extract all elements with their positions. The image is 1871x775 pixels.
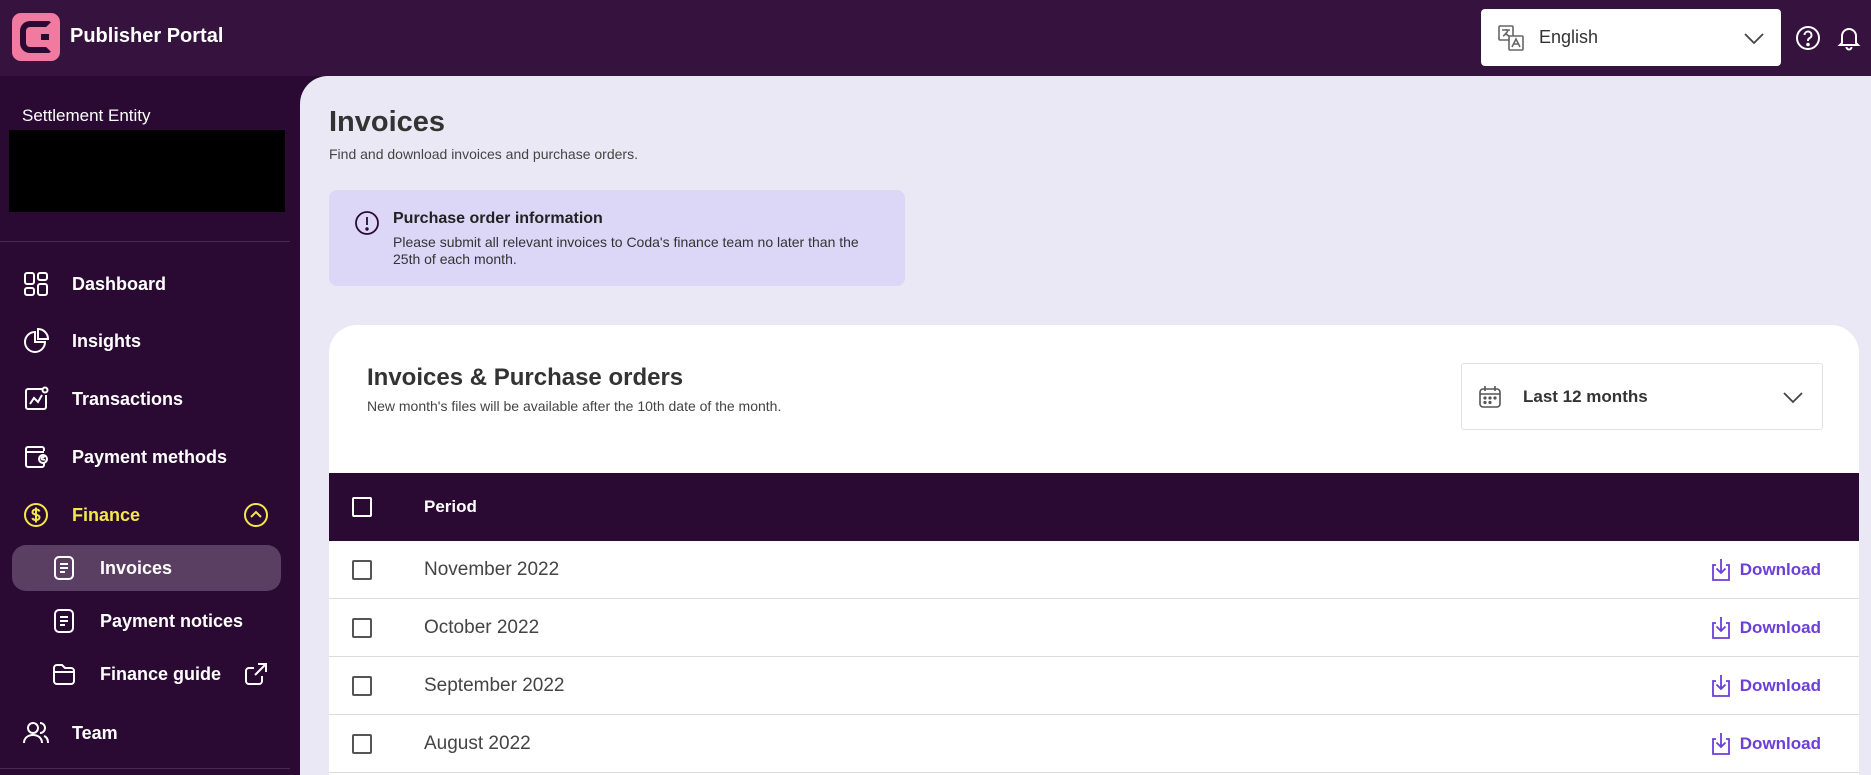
sidebar-item-label: Invoices xyxy=(100,557,173,578)
sidebar-item-finance[interactable]: Finance xyxy=(12,492,280,538)
top-bar: Publisher Portal English xyxy=(0,0,1871,76)
sidebar-item-insights[interactable]: Insights xyxy=(12,318,280,364)
trend-chart-icon xyxy=(25,386,49,410)
sidebar-item-invoices[interactable]: Invoices xyxy=(12,545,281,591)
sidebar-item-payment-notices[interactable]: Payment notices xyxy=(12,598,280,644)
settlement-entity-label: Settlement Entity xyxy=(22,106,151,125)
dollar-icon xyxy=(24,503,48,527)
pie-chart-icon xyxy=(24,327,50,353)
page-title: Invoices xyxy=(329,106,446,138)
chevron-up-icon[interactable] xyxy=(242,501,270,529)
download-icon xyxy=(1711,616,1730,639)
row-period: September 2022 xyxy=(424,674,565,696)
sidebar-item-dashboard[interactable]: Dashboard xyxy=(12,261,280,307)
table-header: Period xyxy=(329,473,1859,541)
chevron-down-icon xyxy=(1783,391,1803,403)
dashboard-icon xyxy=(24,272,48,296)
sidebar-item-label: Team xyxy=(72,722,118,743)
sidebar-divider xyxy=(0,241,290,242)
sidebar-item-payment-methods[interactable]: Payment methods xyxy=(12,434,280,480)
sidebar-item-label: Transactions xyxy=(72,388,184,409)
date-range-value: Last 12 months xyxy=(1523,386,1648,406)
row-period: November 2022 xyxy=(424,558,560,580)
alert-title: Purchase order information xyxy=(393,210,603,227)
sidebar-item-label: Payment methods xyxy=(72,446,228,467)
sidebar-item-label: Payment notices xyxy=(100,610,244,631)
invoices-card: Invoices & Purchase orders New month's f… xyxy=(329,325,1859,775)
wallet-icon xyxy=(25,446,48,468)
card-title: Invoices & Purchase orders xyxy=(367,364,684,391)
settlement-entity-value[interactable] xyxy=(9,130,285,212)
sidebar-item-finance-guide[interactable]: Finance guide xyxy=(12,651,280,697)
folder-icon xyxy=(53,664,75,685)
download-button[interactable]: Download xyxy=(1708,731,1821,757)
app-title: Publisher Portal xyxy=(70,25,224,47)
table-row: October 2022 Download xyxy=(329,599,1859,657)
download-button[interactable]: Download xyxy=(1708,673,1821,699)
help-icon[interactable] xyxy=(1794,24,1822,52)
download-label: Download xyxy=(1739,733,1821,753)
document-icon xyxy=(54,556,74,580)
main-content: Invoices Find and download invoices and … xyxy=(300,76,1871,775)
info-alert: Purchase order information Please submit… xyxy=(329,190,905,286)
select-all-checkbox[interactable] xyxy=(352,497,372,517)
language-value: English xyxy=(1539,27,1599,47)
sidebar-item-label: Dashboard xyxy=(72,273,167,294)
sidebar-item-team[interactable]: Team xyxy=(12,710,280,756)
sidebar-item-transactions[interactable]: Transactions xyxy=(12,376,280,422)
bell-icon[interactable] xyxy=(1835,24,1863,52)
card-subtitle: New month's files will be available afte… xyxy=(367,398,782,414)
sidebar-item-label: Insights xyxy=(72,330,142,351)
translate-icon xyxy=(1498,24,1524,51)
date-range-select[interactable]: Last 12 months xyxy=(1461,363,1823,430)
app-logo[interactable] xyxy=(12,13,60,61)
download-button[interactable]: Download xyxy=(1708,615,1821,641)
sidebar-item-label: Finance xyxy=(72,504,141,525)
users-icon xyxy=(23,722,49,744)
download-label: Download xyxy=(1739,617,1821,637)
sidebar-divider xyxy=(0,768,290,769)
chevron-down-icon xyxy=(1744,32,1764,44)
download-label: Download xyxy=(1739,559,1821,579)
row-checkbox[interactable] xyxy=(352,559,372,580)
row-checkbox[interactable] xyxy=(352,617,372,638)
info-icon xyxy=(355,211,379,235)
alert-text: Please submit all relevant invoices to C… xyxy=(393,234,859,267)
download-icon xyxy=(1711,732,1730,755)
invoices-table: Period November 2022 Download October 20… xyxy=(329,473,1859,773)
sidebar: Settlement Entity Dashboard Insights Tra… xyxy=(0,76,300,775)
page-subtitle: Find and download invoices and purchase … xyxy=(329,146,638,162)
calendar-icon xyxy=(1479,385,1501,408)
table-row: September 2022 Download xyxy=(329,657,1859,715)
table-row: November 2022 Download xyxy=(329,541,1859,599)
sidebar-item-label: Finance guide xyxy=(100,663,222,684)
table-row: August 2022 Download xyxy=(329,715,1859,773)
row-checkbox[interactable] xyxy=(352,733,372,754)
column-header-period: Period xyxy=(424,497,477,516)
download-button[interactable]: Download xyxy=(1708,557,1821,583)
download-label: Download xyxy=(1739,675,1821,695)
row-period: August 2022 xyxy=(424,732,531,754)
document-icon xyxy=(54,609,74,633)
download-icon xyxy=(1711,674,1730,697)
download-icon xyxy=(1711,558,1730,581)
row-period: October 2022 xyxy=(424,616,540,638)
row-checkbox[interactable] xyxy=(352,675,372,696)
external-link-icon[interactable] xyxy=(242,660,270,688)
language-select[interactable]: English xyxy=(1481,9,1781,66)
